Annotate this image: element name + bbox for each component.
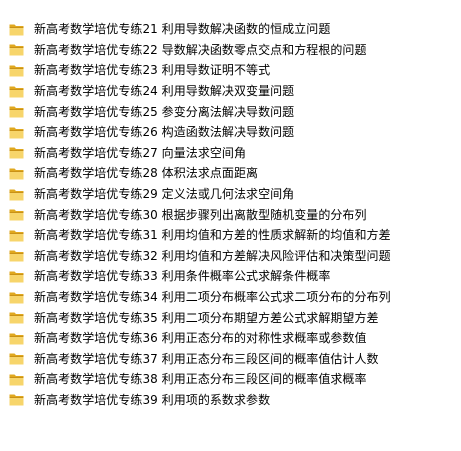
folder-item-2[interactable]: 新高考数学培优专练22 导数解决函数零点交点和方程根的问题 bbox=[0, 40, 461, 61]
folder-icon bbox=[9, 146, 24, 159]
folder-item-12[interactable]: 新高考数学培优专练32 利用均值和方差解决风险评估和决策型问题 bbox=[0, 246, 461, 267]
folder-icon bbox=[9, 229, 24, 242]
folder-name: 新高考数学培优专练26 构造函数法解决导数问题 bbox=[34, 125, 295, 140]
folder-item-15[interactable]: 新高考数学培优专练35 利用二项分布期望方差公式求解期望方差 bbox=[0, 307, 461, 328]
folder-icon bbox=[9, 188, 24, 201]
folder-icon bbox=[9, 249, 24, 262]
folder-item-6[interactable]: 新高考数学培优专练26 构造函数法解决导数问题 bbox=[0, 122, 461, 143]
folder-name: 新高考数学培优专练23 利用导数证明不等式 bbox=[34, 63, 271, 78]
folder-name: 新高考数学培优专练21 利用导数解决函数的恒成立问题 bbox=[34, 22, 331, 37]
folder-icon bbox=[9, 208, 24, 221]
folder-icon bbox=[9, 352, 24, 365]
folder-name: 新高考数学培优专练33 利用条件概率公式求解条件概率 bbox=[34, 269, 331, 284]
folder-name: 新高考数学培优专练28 体积法求点面距离 bbox=[34, 166, 259, 181]
folder-icon bbox=[9, 167, 24, 180]
folder-icon bbox=[9, 23, 24, 36]
folder-name: 新高考数学培优专练30 根据步骤列出离散型随机变量的分布列 bbox=[34, 207, 367, 222]
folder-name: 新高考数学培优专练24 利用导数解决双变量问题 bbox=[34, 84, 295, 99]
folder-item-17[interactable]: 新高考数学培优专练37 利用正态分布三段区间的概率值估计人数 bbox=[0, 349, 461, 370]
folder-name: 新高考数学培优专练32 利用均值和方差解决风险评估和决策型问题 bbox=[34, 248, 391, 263]
folder-name: 新高考数学培优专练34 利用二项分布概率公式求二项分布的分布列 bbox=[34, 290, 391, 305]
folder-name: 新高考数学培优专练27 向量法求空间角 bbox=[34, 145, 247, 160]
folder-item-10[interactable]: 新高考数学培优专练30 根据步骤列出离散型随机变量的分布列 bbox=[0, 204, 461, 225]
folder-item-13[interactable]: 新高考数学培优专练33 利用条件概率公式求解条件概率 bbox=[0, 266, 461, 287]
folder-icon bbox=[9, 126, 24, 139]
folder-name: 新高考数学培优专练22 导数解决函数零点交点和方程根的问题 bbox=[34, 42, 367, 57]
folder-icon bbox=[9, 311, 24, 324]
folder-icon bbox=[9, 373, 24, 386]
folder-icon bbox=[9, 332, 24, 345]
folder-name: 新高考数学培优专练35 利用二项分布期望方差公式求解期望方差 bbox=[34, 310, 379, 325]
folder-icon bbox=[9, 85, 24, 98]
folder-item-5[interactable]: 新高考数学培优专练25 参变分离法解决导数问题 bbox=[0, 101, 461, 122]
folder-icon bbox=[9, 393, 24, 406]
folder-item-19[interactable]: 新高考数学培优专练39 利用项的系数求参数 bbox=[0, 390, 461, 411]
folder-icon bbox=[9, 43, 24, 56]
folder-icon bbox=[9, 291, 24, 304]
folder-icon bbox=[9, 105, 24, 118]
folder-item-16[interactable]: 新高考数学培优专练36 利用正态分布的对称性求概率或参数值 bbox=[0, 328, 461, 349]
folder-name: 新高考数学培优专练38 利用正态分布三段区间的概率值求概率 bbox=[34, 372, 367, 387]
folder-item-18[interactable]: 新高考数学培优专练38 利用正态分布三段区间的概率值求概率 bbox=[0, 369, 461, 390]
folder-name: 新高考数学培优专练25 参变分离法解决导数问题 bbox=[34, 104, 295, 119]
folder-item-4[interactable]: 新高考数学培优专练24 利用导数解决双变量问题 bbox=[0, 81, 461, 102]
folder-name: 新高考数学培优专练36 利用正态分布的对称性求概率或参数值 bbox=[34, 331, 367, 346]
folder-icon bbox=[9, 64, 24, 77]
folder-list: 新高考数学培优专练21 利用导数解决函数的恒成立问题 新高考数学培优专练22 导… bbox=[0, 19, 461, 410]
folder-item-14[interactable]: 新高考数学培优专练34 利用二项分布概率公式求二项分布的分布列 bbox=[0, 287, 461, 308]
folder-item-11[interactable]: 新高考数学培优专练31 利用均值和方差的性质求解新的均值和方差 bbox=[0, 225, 461, 246]
folder-icon bbox=[9, 270, 24, 283]
folder-name: 新高考数学培优专练39 利用项的系数求参数 bbox=[34, 392, 271, 407]
folder-item-3[interactable]: 新高考数学培优专练23 利用导数证明不等式 bbox=[0, 60, 461, 81]
folder-item-9[interactable]: 新高考数学培优专练29 定义法或几何法求空间角 bbox=[0, 184, 461, 205]
folder-item-1[interactable]: 新高考数学培优专练21 利用导数解决函数的恒成立问题 bbox=[0, 19, 461, 40]
folder-item-7[interactable]: 新高考数学培优专练27 向量法求空间角 bbox=[0, 143, 461, 164]
folder-name: 新高考数学培优专练37 利用正态分布三段区间的概率值估计人数 bbox=[34, 351, 379, 366]
folder-name: 新高考数学培优专练29 定义法或几何法求空间角 bbox=[34, 187, 295, 202]
folder-item-8[interactable]: 新高考数学培优专练28 体积法求点面距离 bbox=[0, 163, 461, 184]
folder-name: 新高考数学培优专练31 利用均值和方差的性质求解新的均值和方差 bbox=[34, 228, 391, 243]
